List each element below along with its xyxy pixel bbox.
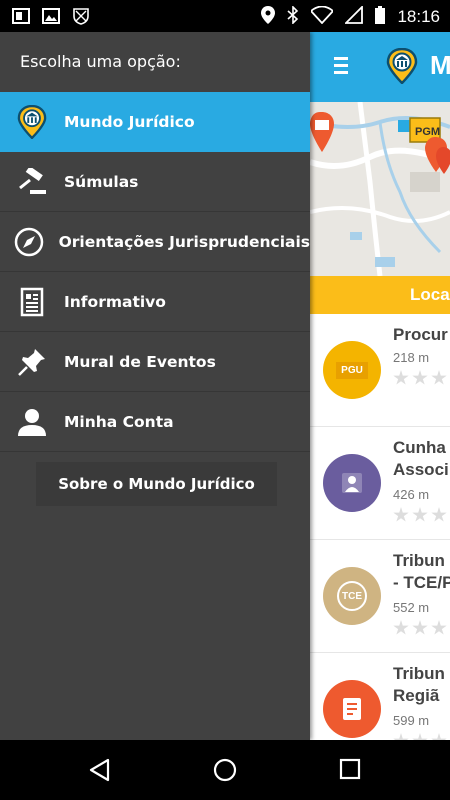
drawer-item-label: Minha Conta <box>64 412 174 431</box>
shield-icon <box>72 7 90 29</box>
rating-stars <box>393 733 447 740</box>
place-distance: 218 m <box>393 350 430 365</box>
place-badge <box>322 679 382 739</box>
place-name: Cunha Associ <box>393 437 449 481</box>
drawer-item-informativo[interactable]: Informativo <box>0 272 310 332</box>
logo-icon <box>0 105 64 139</box>
place-badge: TCE <box>322 566 382 626</box>
place-distance: 426 m <box>393 487 430 502</box>
star-icon <box>412 370 428 385</box>
place-name: Procur <box>393 324 448 346</box>
map-marker-label: PGM <box>415 126 440 138</box>
place-name-line: Associ <box>393 460 449 479</box>
drawer-item-orientacoes[interactable]: Orientações Jurisprudenciais <box>0 212 310 272</box>
app-logo-icon <box>386 47 418 88</box>
place-badge: PGU <box>322 340 382 400</box>
star-icon <box>431 620 447 635</box>
drawer-item-label: Orientações Jurisprudenciais <box>58 232 310 251</box>
star-icon <box>412 620 428 635</box>
drawer-item-label: Mural de Eventos <box>64 352 216 371</box>
image-icon <box>42 7 60 29</box>
star-icon <box>431 370 447 385</box>
status-bar: 18:16 <box>0 0 450 32</box>
drawer-menu: Mundo Jurídico Súmulas Orientações Juris… <box>0 92 310 452</box>
drawer-item-label: Mundo Jurídico <box>64 113 195 131</box>
about-button[interactable]: Sobre o Mundo Jurídico <box>36 462 277 506</box>
recents-icon[interactable] <box>339 758 361 784</box>
drawer-item-label: Súmulas <box>64 172 139 191</box>
star-icon <box>412 507 428 522</box>
lawyer-icon <box>323 454 381 512</box>
place-name-line: Tribun <box>393 664 445 683</box>
bluetooth-icon <box>287 5 299 28</box>
app-bar: M <box>310 32 450 102</box>
pushpin-icon <box>0 347 64 377</box>
drawer-item-mural-eventos[interactable]: Mural de Eventos <box>0 332 310 392</box>
place-name-line: - TCE/P <box>393 573 450 592</box>
clock: 18:16 <box>397 7 440 26</box>
tce-icon: TCE <box>323 567 381 625</box>
list-item[interactable]: Cunha Associ 426 m <box>310 427 450 540</box>
drawer-item-label: Informativo <box>64 292 166 311</box>
tab-locais[interactable]: Loca <box>310 276 450 314</box>
places-list: PGU Procur 218 m Cunha Associ 426 m TCE … <box>310 314 450 740</box>
location-icon <box>261 6 276 28</box>
battery-icon <box>375 6 386 28</box>
place-distance: 552 m <box>393 600 430 615</box>
drawer-item-sumulas[interactable]: Súmulas <box>0 152 310 212</box>
place-badge <box>322 453 382 513</box>
star-icon <box>431 733 447 740</box>
app-title: M <box>430 50 450 80</box>
gavel-icon <box>0 167 64 196</box>
drawer-header: Escolha uma opção: <box>20 52 181 71</box>
star-icon <box>393 733 409 740</box>
compass-icon <box>0 227 59 257</box>
list-item[interactable]: TCE Tribun - TCE/P 552 m <box>310 540 450 653</box>
list-item[interactable]: PGU Procur 218 m <box>310 314 450 427</box>
court-icon <box>323 680 381 738</box>
rating-stars <box>393 370 447 386</box>
place-name-line: Tribun <box>393 551 445 570</box>
tab-locais-label: Loca <box>410 285 450 304</box>
list-item[interactable]: Tribun Regiã 599 m <box>310 653 450 740</box>
star-icon <box>393 620 409 635</box>
star-icon <box>393 507 409 522</box>
star-icon <box>393 370 409 385</box>
navigation-drawer: Escolha uma opção: Mundo Jurídico Súmula… <box>0 32 310 740</box>
user-icon <box>0 407 64 437</box>
place-name-line: Cunha <box>393 438 446 457</box>
newspaper-icon <box>0 287 64 317</box>
rating-stars <box>393 620 447 636</box>
back-icon[interactable] <box>88 758 112 786</box>
system-nav-bar <box>0 740 450 800</box>
hamburger-menu-icon[interactable] <box>334 55 348 81</box>
badge-text: TCE <box>337 581 367 611</box>
place-distance: 599 m <box>393 713 430 728</box>
wifi-icon <box>310 5 335 28</box>
map-view[interactable]: PGM <box>310 102 450 276</box>
place-name-line: Procur <box>393 325 448 344</box>
place-name: Tribun Regiã <box>393 663 445 707</box>
tablet-icon <box>12 7 30 29</box>
place-name: Tribun - TCE/P <box>393 550 450 594</box>
place-name-line: Regiã <box>393 686 440 705</box>
home-icon[interactable] <box>213 758 237 786</box>
signal-icon <box>344 4 364 28</box>
drawer-item-minha-conta[interactable]: Minha Conta <box>0 392 310 452</box>
pgu-icon: PGU <box>323 341 381 399</box>
badge-text: PGU <box>336 361 368 379</box>
star-icon <box>412 733 428 740</box>
star-icon <box>431 507 447 522</box>
rating-stars <box>393 507 447 523</box>
drawer-item-mundo-juridico[interactable]: Mundo Jurídico <box>0 92 310 152</box>
